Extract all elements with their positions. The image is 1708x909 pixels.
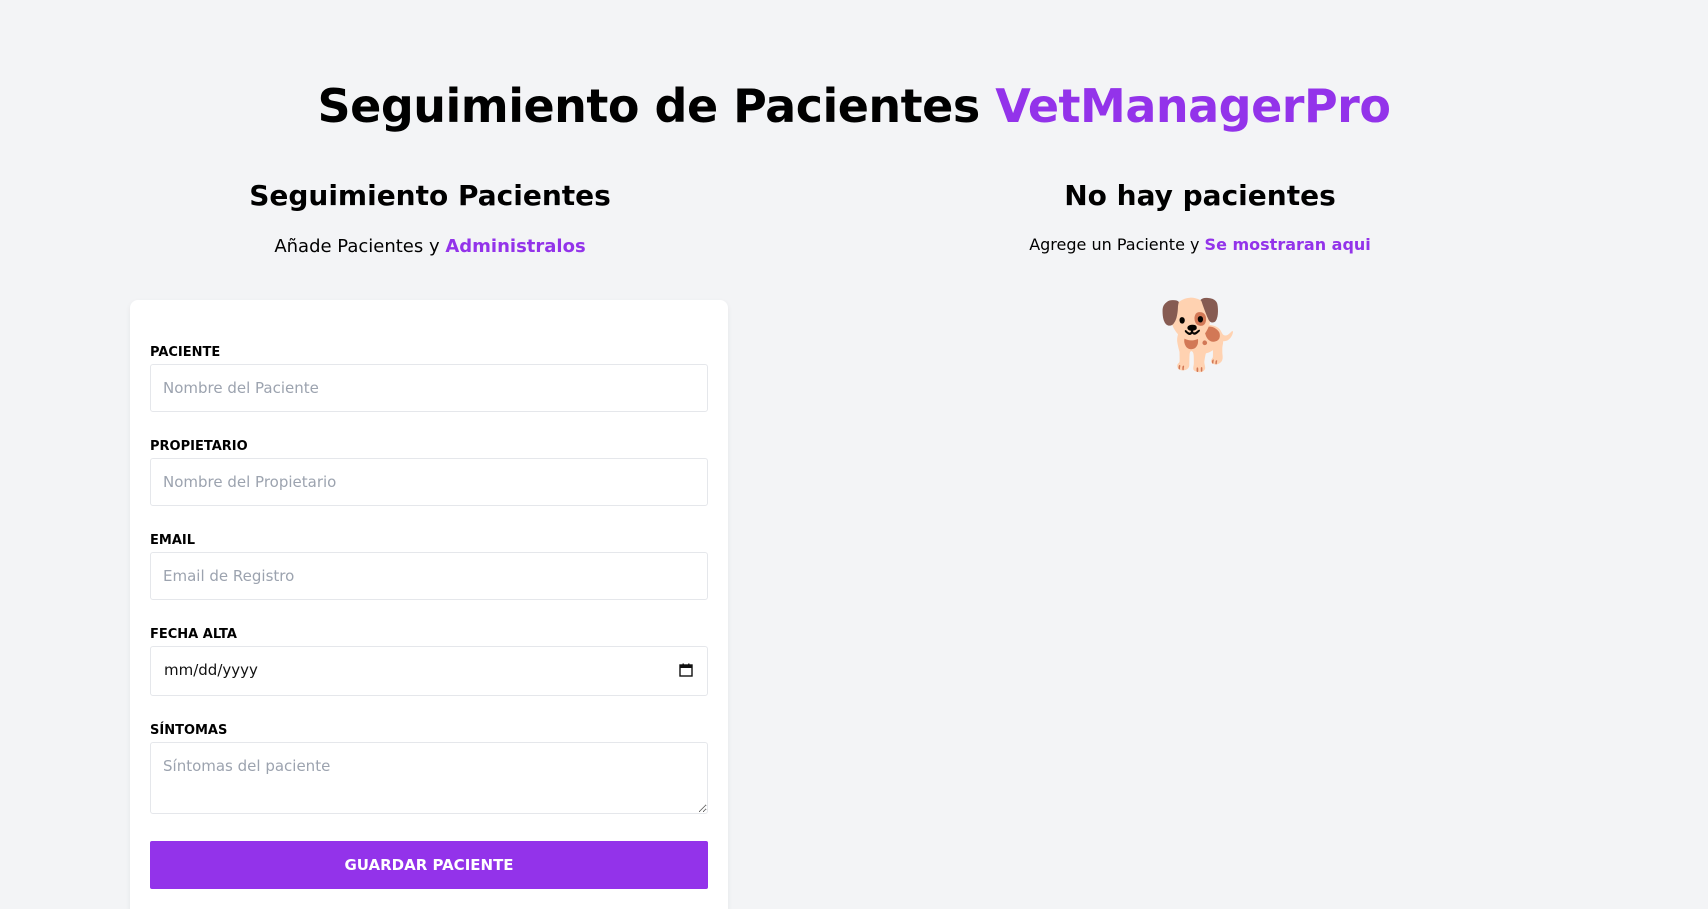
- list-subtitle-text: Agrege un Paciente y: [1029, 235, 1205, 254]
- form-section-subtitle: Añade Pacientes y Administralos: [130, 234, 730, 260]
- dog-icon: 🐕: [1157, 296, 1243, 375]
- form-section-title: Seguimiento Pacientes: [249, 179, 611, 212]
- page-title-brand: VetManagerPro: [995, 79, 1391, 133]
- date-input[interactable]: mm/dd/yyyy: [150, 646, 708, 696]
- email-label: EMAIL: [150, 533, 195, 548]
- patient-label: PACIENTE: [150, 345, 221, 360]
- symptoms-textarea[interactable]: [150, 742, 708, 814]
- date-input-value: mm/dd/yyyy: [164, 661, 258, 679]
- owner-name-input[interactable]: [150, 458, 708, 506]
- app-page: Seguimiento de Pacientes VetManagerPro S…: [0, 0, 1708, 909]
- patient-form: PACIENTE PROPIETARIO EMAIL FECHA ALTA mm…: [130, 300, 728, 909]
- calendar-icon[interactable]: [679, 663, 693, 677]
- email-input[interactable]: [150, 552, 708, 600]
- date-label: FECHA ALTA: [150, 627, 237, 642]
- form-subtitle-text: Añade Pacientes y: [274, 236, 446, 257]
- list-section-title: No hay pacientes: [1064, 179, 1336, 212]
- list-subtitle-accent: Se mostraran aqui: [1204, 235, 1371, 254]
- page-title-main: Seguimiento de Pacientes: [317, 79, 996, 133]
- form-subtitle-accent: Administralos: [445, 236, 586, 257]
- page-title: Seguimiento de Pacientes VetManagerPro: [0, 76, 1708, 136]
- save-patient-button[interactable]: GUARDAR PACIENTE: [150, 841, 708, 889]
- list-section-subtitle: Agrege un Paciente y Se mostraran aqui: [900, 233, 1500, 257]
- symptoms-label: SÍNTOMAS: [150, 723, 228, 738]
- owner-label: PROPIETARIO: [150, 439, 248, 454]
- patient-name-input[interactable]: [150, 364, 708, 412]
